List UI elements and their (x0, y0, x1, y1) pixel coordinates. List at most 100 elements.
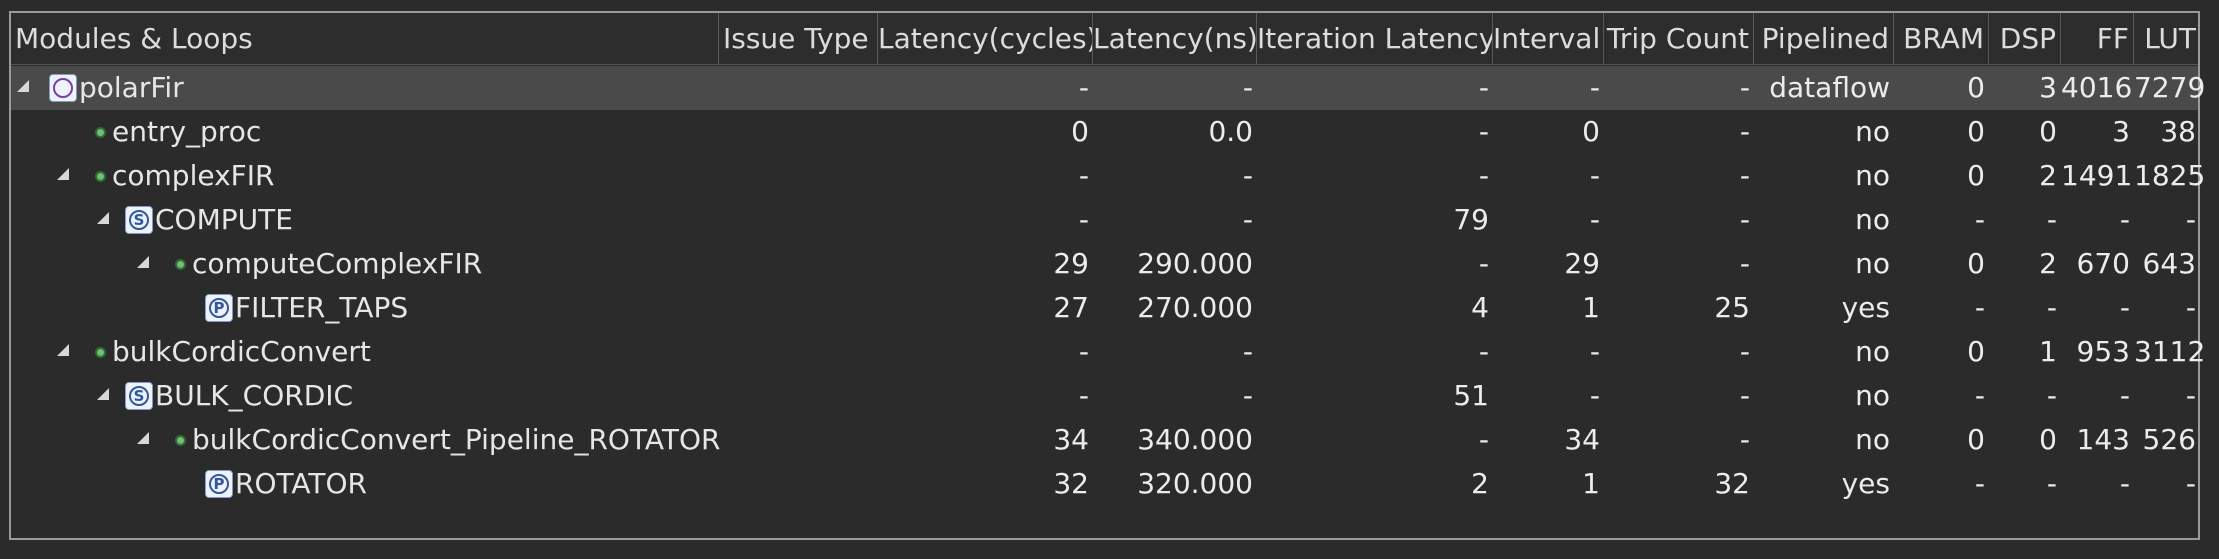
interval-cell: - (1589, 203, 1600, 236)
trip-cell: - (1739, 115, 1750, 148)
lat-ns-cell: 290.000 (1137, 247, 1253, 280)
trip-cell: - (1739, 423, 1750, 456)
pipelined-loop-icon: P (205, 470, 233, 498)
expand-triangle-icon[interactable] (57, 344, 69, 356)
table-row[interactable]: bulkCordicConvert_Pipeline_ROTATOR 34 340.… (11, 418, 2198, 462)
module-name-cell: P ROTATOR (11, 462, 719, 506)
module-name-label: complexFIR (112, 159, 275, 192)
function-dot-icon (175, 259, 186, 270)
lut-cell: 526 (2142, 423, 2196, 456)
col-header-iteration-latency[interactable]: Iteration Latency (1257, 13, 1493, 64)
loop-report-table: Modules & Loops Issue Type Latency(cycle… (9, 11, 2206, 540)
interval-cell: - (1589, 379, 1600, 412)
issue-type-cell (719, 286, 878, 330)
bram-cell: 0 (1967, 115, 1985, 148)
col-header-latency-cycles[interactable]: Latency(cycles) (878, 13, 1093, 64)
pipelined-loop-icon: P (205, 294, 233, 322)
table-row[interactable]: S COMPUTE - - 79 - - no - - - - (11, 198, 2198, 242)
table-row[interactable]: bulkCordicConvert - - - - - no 0 1 953 3112 (11, 330, 2206, 374)
trip-cell: - (1739, 203, 1750, 236)
ff-cell: - (2119, 291, 2130, 324)
lat-ns-cell: 340.000 (1137, 423, 1253, 456)
module-name-label: polarFir (79, 71, 184, 104)
table-row[interactable]: complexFIR - - - - - no 0 2 1491 1825 (11, 154, 2205, 198)
pipelined-cell: no (1855, 159, 1890, 192)
lat-ns-cell: - (1242, 335, 1253, 368)
issue-type-cell (719, 110, 878, 154)
top-function-icon (49, 74, 77, 102)
pipelined-cell: no (1855, 423, 1890, 456)
dsp-cell: 0 (2039, 115, 2057, 148)
dsp-cell: - (2046, 467, 2057, 500)
issue-type-cell (719, 418, 878, 462)
issue-type-cell (719, 462, 878, 506)
table-row[interactable]: entry_proc 0 0.0 - 0 - no 0 0 3 38 (11, 110, 2198, 154)
module-name-label: ROTATOR (235, 467, 368, 500)
table-row[interactable]: computeComplexFIR 29 290.000 - 29 - no 0 2 670 643 (11, 242, 2198, 286)
table-row[interactable]: P ROTATOR 32 320.000 2 1 32 yes - - - - (11, 462, 2198, 506)
col-header-ff[interactable]: FF (2061, 13, 2134, 64)
module-name-cell: S COMPUTE (11, 198, 719, 242)
bram-cell: 0 (1967, 159, 1985, 192)
expand-triangle-icon[interactable] (17, 80, 29, 92)
module-name-label: FILTER_TAPS (235, 291, 409, 324)
module-name-cell: bulkCordicConvert (11, 330, 719, 374)
iter-lat-cell: 51 (1453, 379, 1489, 412)
table-row[interactable]: P FILTER_TAPS 27 270.000 4 1 25 yes - - - - (11, 286, 2198, 330)
sequential-loop-icon: S (125, 206, 153, 234)
expand-triangle-icon[interactable] (137, 256, 149, 268)
lut-cell: - (2185, 291, 2196, 324)
expand-triangle-icon[interactable] (97, 212, 109, 224)
module-name-cell: S BULK_CORDIC (11, 374, 719, 418)
col-header-bram[interactable]: BRAM (1894, 13, 1989, 64)
col-header-issue-type[interactable]: Issue Type (719, 13, 878, 64)
iter-lat-cell: - (1478, 71, 1489, 104)
iter-lat-cell: 2 (1471, 467, 1489, 500)
col-header-lut[interactable]: LUT (2134, 13, 2200, 64)
dsp-cell: - (2046, 291, 2057, 324)
lat-cycles-cell: 32 (1053, 467, 1089, 500)
expand-triangle-icon[interactable] (97, 388, 109, 400)
expand-triangle-icon[interactable] (57, 168, 69, 180)
col-header-dsp[interactable]: DSP (1989, 13, 2061, 64)
expand-triangle-icon[interactable] (137, 432, 149, 444)
function-dot-icon (95, 347, 106, 358)
lat-cycles-cell: 29 (1053, 247, 1089, 280)
table-row[interactable]: polarFir - - - - - dataflow 0 3 4016 7279 (11, 66, 2205, 110)
issue-type-cell (719, 198, 878, 242)
module-name-cell: entry_proc (11, 110, 719, 154)
dsp-cell: - (2046, 379, 2057, 412)
lat-cycles-cell: 27 (1053, 291, 1089, 324)
module-name-label: BULK_CORDIC (155, 379, 354, 412)
lat-ns-cell: 320.000 (1137, 467, 1253, 500)
trip-cell: - (1739, 159, 1750, 192)
iter-lat-cell: - (1478, 115, 1489, 148)
lat-cycles-cell: - (1078, 71, 1089, 104)
pipelined-cell: no (1855, 335, 1890, 368)
lut-cell: - (2185, 379, 2196, 412)
col-header-latency-ns[interactable]: Latency(ns) (1093, 13, 1257, 64)
col-header-trip-count[interactable]: Trip Count (1604, 13, 1754, 64)
dsp-cell: 2 (2039, 159, 2057, 192)
lat-ns-cell: - (1242, 203, 1253, 236)
pipelined-cell: dataflow (1769, 71, 1890, 104)
col-header-pipelined[interactable]: Pipelined (1754, 13, 1894, 64)
pipelined-cell: no (1855, 115, 1890, 148)
lat-cycles-cell: - (1078, 159, 1089, 192)
lat-cycles-cell: - (1078, 203, 1089, 236)
issue-type-cell (719, 66, 878, 110)
bram-cell: 0 (1967, 247, 1985, 280)
lut-cell: 3112 (2134, 335, 2206, 368)
table-row[interactable]: S BULK_CORDIC - - 51 - - no - - - - (11, 374, 2198, 418)
bram-cell: 0 (1967, 423, 1985, 456)
module-name-cell: complexFIR (11, 154, 719, 198)
pipelined-cell: no (1855, 379, 1890, 412)
ff-cell: - (2119, 467, 2130, 500)
col-header-modules[interactable]: Modules & Loops (11, 13, 719, 64)
bram-cell: - (1974, 203, 1985, 236)
bram-cell: 0 (1967, 71, 1985, 104)
ff-cell: 953 (2076, 335, 2130, 368)
pipelined-cell: no (1855, 203, 1890, 236)
interval-cell: 1 (1582, 467, 1600, 500)
col-header-interval[interactable]: Interval (1493, 13, 1604, 64)
